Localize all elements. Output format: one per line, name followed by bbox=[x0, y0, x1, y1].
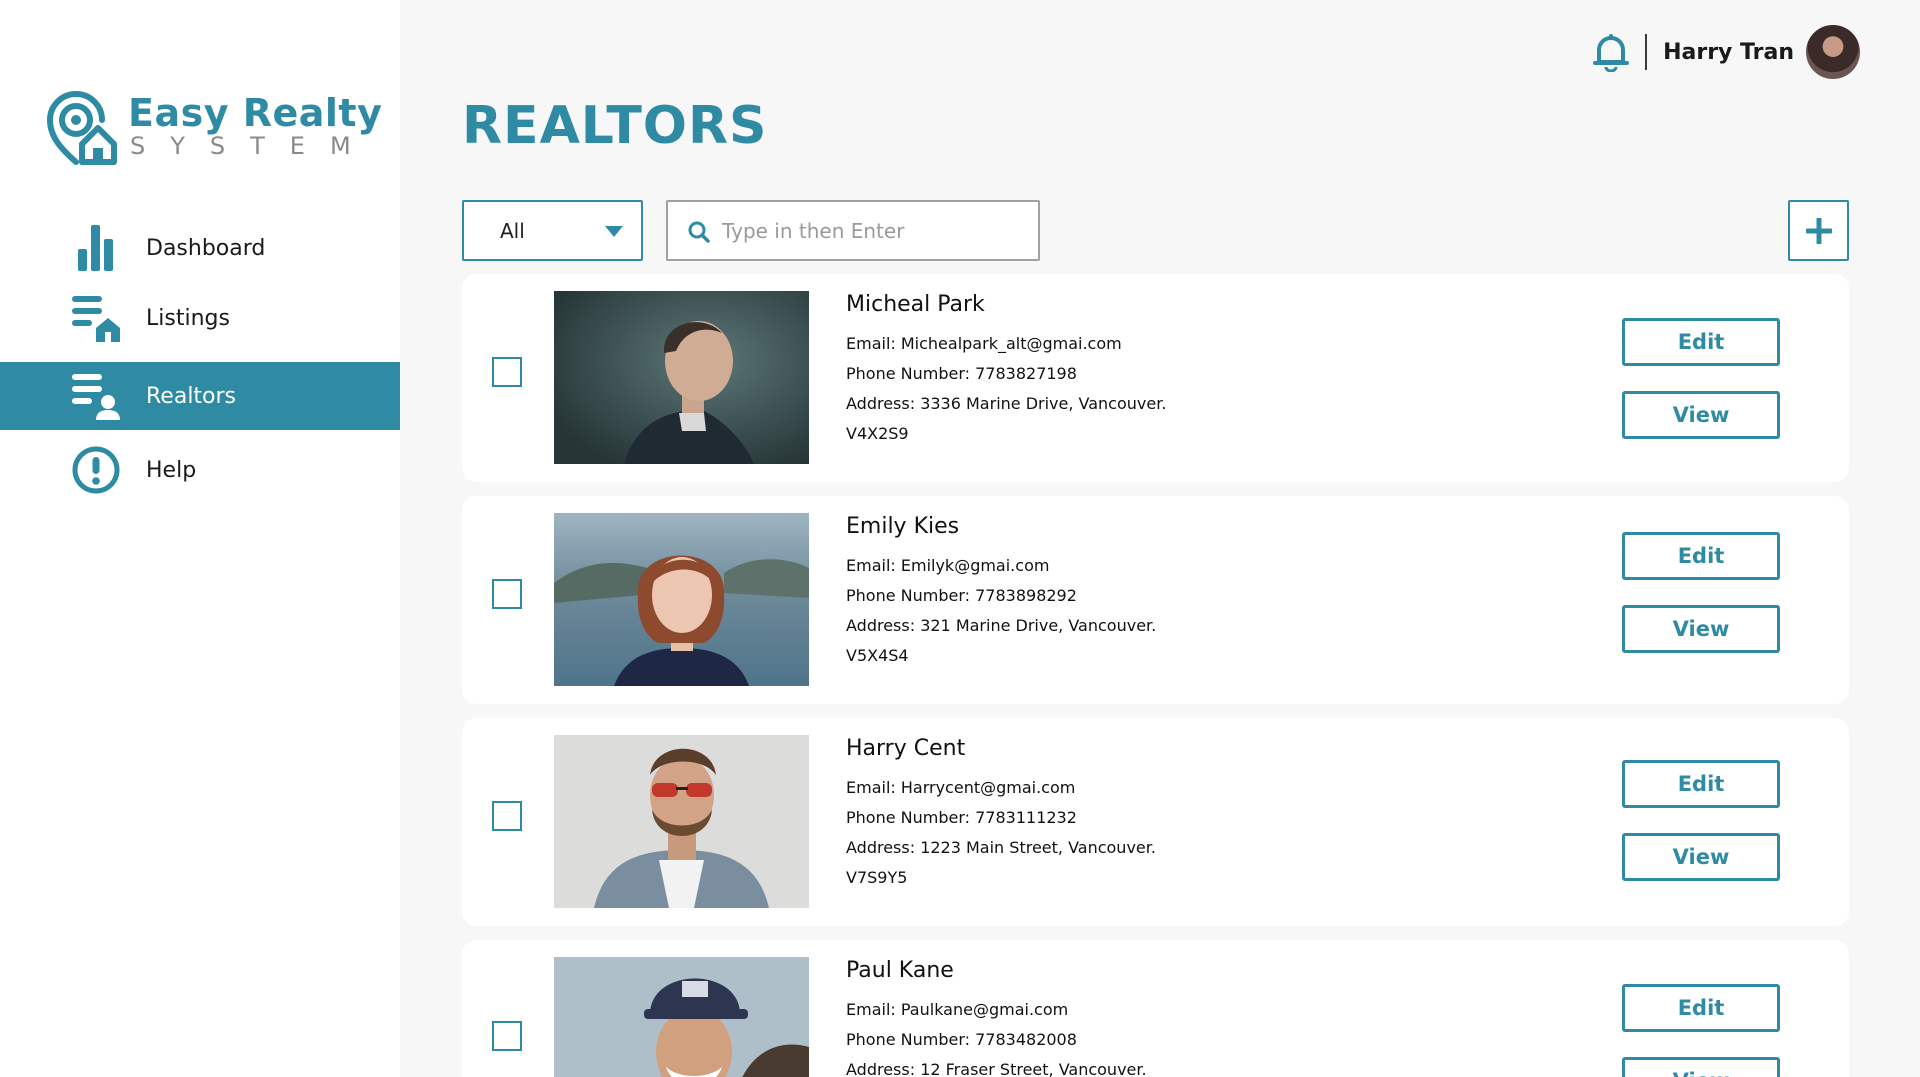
edit-button[interactable]: Edit bbox=[1622, 760, 1780, 808]
search-input[interactable] bbox=[722, 210, 1022, 252]
realtor-address: Address: 12 Fraser Street, Vancouver. bbox=[846, 1060, 1147, 1077]
listings-icon bbox=[70, 292, 122, 344]
realtor-card: Micheal Park Email: Michealpark_alt@gmai… bbox=[462, 274, 1849, 482]
search-box bbox=[666, 200, 1040, 261]
brand-logo[interactable]: Easy Realty SYSTEM bbox=[46, 88, 382, 168]
realtor-postal-code: V7S9Y5 bbox=[846, 868, 908, 887]
sidebar-item-realtors[interactable]: Realtors bbox=[0, 362, 400, 430]
filter-selected-value: All bbox=[500, 218, 525, 243]
sidebar-nav: Dashboard Listings Realtors Help bbox=[0, 214, 400, 494]
plus-icon bbox=[1805, 217, 1832, 244]
add-realtor-button[interactable] bbox=[1788, 200, 1849, 261]
realtor-address: Address: 321 Marine Drive, Vancouver. bbox=[846, 616, 1157, 635]
user-name[interactable]: Harry Tran bbox=[1663, 40, 1794, 65]
alert-circle-icon bbox=[70, 444, 122, 496]
realtor-phone: Phone Number: 7783482008 bbox=[846, 1030, 1077, 1049]
bell-icon[interactable] bbox=[1591, 32, 1631, 72]
realtor-name: Emily Kies bbox=[846, 514, 960, 539]
realtor-postal-code: V4X2S9 bbox=[846, 424, 909, 443]
header-divider bbox=[1645, 34, 1648, 70]
realtor-photo bbox=[554, 513, 809, 686]
realtor-card: Paul Kane Email: Paulkane@gmai.com Phone… bbox=[462, 940, 1849, 1077]
brand-title: Easy Realty bbox=[128, 91, 383, 135]
realtor-icon bbox=[70, 370, 122, 422]
sidebar-item-listings[interactable]: Listings bbox=[0, 284, 400, 352]
view-button[interactable]: View bbox=[1622, 391, 1780, 439]
realtor-email: Email: Paulkane@gmai.com bbox=[846, 1000, 1069, 1019]
realtor-email: Email: Emilyk@gmai.com bbox=[846, 556, 1050, 575]
realtor-phone: Phone Number: 7783827198 bbox=[846, 364, 1077, 383]
realtor-email: Email: Michealpark_alt@gmai.com bbox=[846, 334, 1122, 353]
sidebar: Easy Realty SYSTEM Dashboard Listings Re… bbox=[0, 0, 400, 1077]
avatar[interactable] bbox=[1806, 25, 1860, 79]
logo-location-house-icon bbox=[46, 91, 117, 165]
view-button[interactable]: View bbox=[1622, 833, 1780, 881]
realtor-name: Paul Kane bbox=[846, 958, 954, 983]
bar-chart-icon bbox=[70, 222, 122, 274]
select-checkbox[interactable] bbox=[492, 801, 522, 831]
realtor-postal-code: V5X4S4 bbox=[846, 646, 909, 665]
edit-button[interactable]: Edit bbox=[1622, 984, 1780, 1032]
filter-dropdown[interactable]: All bbox=[462, 200, 643, 261]
realtor-name: Micheal Park bbox=[846, 292, 985, 317]
sidebar-item-help[interactable]: Help bbox=[0, 436, 400, 504]
realtor-phone: Phone Number: 7783898292 bbox=[846, 586, 1077, 605]
view-button[interactable]: View bbox=[1622, 605, 1780, 653]
app-root: Easy Realty SYSTEM Dashboard Listings Re… bbox=[0, 0, 1920, 1077]
search-icon bbox=[688, 221, 710, 243]
brand-subtitle: SYSTEM bbox=[130, 132, 376, 160]
page-title: REALTORS bbox=[462, 96, 768, 156]
realtor-address: Address: 1223 Main Street, Vancouver. bbox=[846, 838, 1156, 857]
realtor-photo bbox=[554, 291, 809, 464]
sidebar-item-label: Listings bbox=[146, 305, 230, 331]
realtor-phone: Phone Number: 7783111232 bbox=[846, 808, 1077, 827]
realtor-card: Emily Kies Email: Emilyk@gmai.com Phone … bbox=[462, 496, 1849, 704]
realtor-name: Harry Cent bbox=[846, 736, 966, 761]
view-button[interactable]: View bbox=[1622, 1057, 1780, 1077]
sidebar-item-label: Dashboard bbox=[146, 235, 266, 261]
edit-button[interactable]: Edit bbox=[1622, 532, 1780, 580]
realtor-email: Email: Harrycent@gmai.com bbox=[846, 778, 1076, 797]
sidebar-item-label: Help bbox=[146, 457, 197, 483]
user-header: Harry Tran bbox=[1591, 24, 1860, 80]
realtor-photo bbox=[554, 957, 809, 1077]
realtor-card: Harry Cent Email: Harrycent@gmai.com Pho… bbox=[462, 718, 1849, 926]
sidebar-item-label: Realtors bbox=[146, 383, 237, 409]
sidebar-item-dashboard[interactable]: Dashboard bbox=[0, 214, 400, 282]
realtor-address: Address: 3336 Marine Drive, Vancouver. bbox=[846, 394, 1167, 413]
edit-button[interactable]: Edit bbox=[1622, 318, 1780, 366]
select-checkbox[interactable] bbox=[492, 357, 522, 387]
caret-down-icon bbox=[605, 226, 623, 237]
realtor-photo bbox=[554, 735, 809, 908]
select-checkbox[interactable] bbox=[492, 579, 522, 609]
select-checkbox[interactable] bbox=[492, 1021, 522, 1051]
